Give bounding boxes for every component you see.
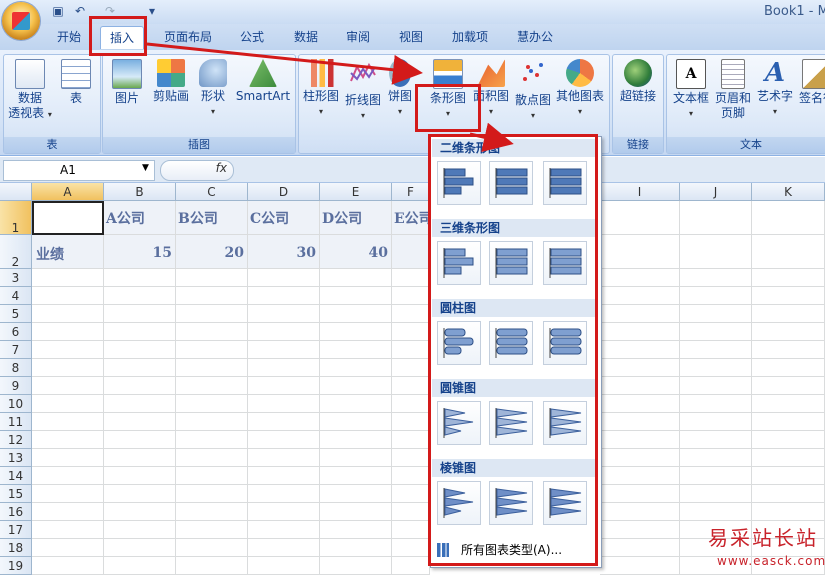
arrow-to-gallery bbox=[469, 122, 514, 152]
office-button[interactable] bbox=[2, 2, 40, 40]
office-logo-icon bbox=[12, 12, 30, 30]
watermark-text: 易采站长站 bbox=[708, 526, 818, 550]
annotation-arrows bbox=[146, 42, 514, 152]
watermark-url: www.easck.com bbox=[717, 554, 825, 568]
arrow-to-bar-chart bbox=[146, 42, 423, 85]
